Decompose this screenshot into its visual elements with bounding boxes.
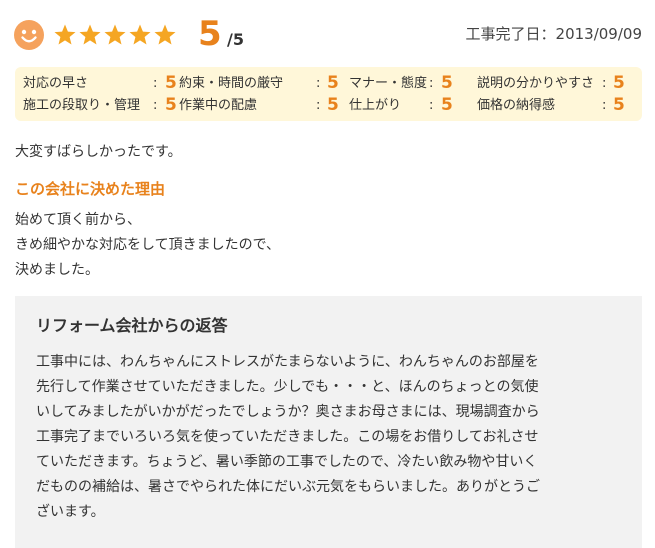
rating-item: 対応の早さ:5 — [23, 73, 181, 95]
rating-label: 説明の分かりやすさ — [477, 76, 595, 91]
reply-line: 工事完了までいろいろ気を使っていただきました。この場をお借りしてお礼させ — [36, 429, 539, 445]
reply-heading: リフォーム会社からの返答 — [36, 316, 228, 335]
rating-label: 価格の納得感 — [477, 98, 556, 113]
reply-text: 工事中には、わんちゃんにストレスがたまらないように、わんちゃんのお部屋を 先行し… — [36, 350, 626, 525]
reason-line: 始めて頂く前から、 — [15, 212, 141, 228]
review-comment: 大変すばらしかったです。 — [15, 144, 182, 160]
rating-item: 約束・時間の厳守:5 — [179, 73, 343, 95]
rating-colon: : — [602, 98, 607, 113]
rating-colon: : — [316, 76, 321, 91]
rating-breakdown: 対応の早さ:5 約束・時間の厳守:5 マナー・態度:5 説明の分かりやすさ:5 施工の段… — [15, 67, 642, 121]
star-icon — [129, 24, 151, 45]
star-icon — [79, 24, 101, 45]
reply-line: 工事中には、わんちゃんにストレスがたまらないように、わんちゃんのお部屋を — [36, 354, 539, 370]
smiley-face-icon — [14, 20, 44, 50]
reason-heading: この会社に決めた理由 — [15, 180, 166, 198]
reply-line: ざいます。 — [36, 504, 105, 520]
rating-value: 5 — [165, 73, 177, 93]
rating-label: 仕上がり — [349, 98, 402, 113]
star-icon — [54, 24, 76, 45]
reply-line: いしてみましたがいかがだったでしょうか？奥さまお母さまには、現場調査から — [36, 404, 540, 420]
rating-value: 5 — [441, 95, 453, 115]
completion-date: 工事完了日：2013/09/09 — [465, 25, 642, 43]
rating-colon: : — [429, 76, 434, 91]
rating-item: 作業中の配慮:5 — [179, 95, 343, 117]
reply-line: ていただきます。ちょうど、暑い季節の工事でしたので、冷たい飲み物や甘いく — [36, 454, 538, 470]
rating-label: マナー・態度 — [349, 76, 428, 91]
rating-label: 約束・時間の厳守 — [179, 76, 284, 91]
rating-item: 仕上がり:5 — [349, 95, 457, 117]
rating-item: マナー・態度:5 — [349, 73, 457, 95]
rating-value: 5 — [327, 73, 339, 93]
rating-item: 価格の納得感:5 — [477, 95, 629, 117]
reason-line: 決めました。 — [15, 262, 99, 278]
rating-colon: : — [602, 76, 607, 91]
reason-line: きめ細やかな対応をして頂きましたので、 — [15, 237, 281, 253]
rating-item: 説明の分かりやすさ:5 — [477, 73, 629, 95]
reason-text: 始めて頂く前から、 きめ細やかな対応をして頂きましたので、 決めました。 — [15, 208, 280, 283]
rating-value: 5 — [613, 73, 625, 93]
overall-score: 5 — [198, 14, 222, 54]
rating-colon: : — [316, 98, 321, 113]
rating-colon: : — [153, 98, 158, 113]
rating-label: 対応の早さ — [23, 76, 89, 91]
reply-line: だものの補給は、暑さでやられた体にだいぶ元気をもらいました。ありがとうご — [36, 479, 540, 495]
rating-colon: : — [429, 98, 434, 113]
star-icon — [104, 24, 126, 45]
rating-label: 施工の段取り・管理 — [23, 98, 141, 113]
score-max: /5 — [227, 30, 244, 49]
rating-value: 5 — [327, 95, 339, 115]
rating-colon: : — [153, 76, 158, 91]
company-reply-box: リフォーム会社からの返答 工事中には、わんちゃんにストレスがたまらないように、わ… — [15, 296, 642, 548]
rating-value: 5 — [613, 95, 625, 115]
star-icon — [154, 24, 176, 45]
rating-item: 施工の段取り・管理:5 — [23, 95, 181, 117]
rating-value: 5 — [441, 73, 453, 93]
rating-value: 5 — [165, 95, 177, 115]
rating-label: 作業中の配慮 — [179, 98, 258, 113]
review-header: 5 /5 工事完了日：2013/09/09 — [14, 14, 642, 54]
star-rating — [53, 23, 177, 49]
reply-line: 先行して作業させていただきました。少しでも・・・と、ほんのちょっとの気使 — [36, 379, 539, 395]
